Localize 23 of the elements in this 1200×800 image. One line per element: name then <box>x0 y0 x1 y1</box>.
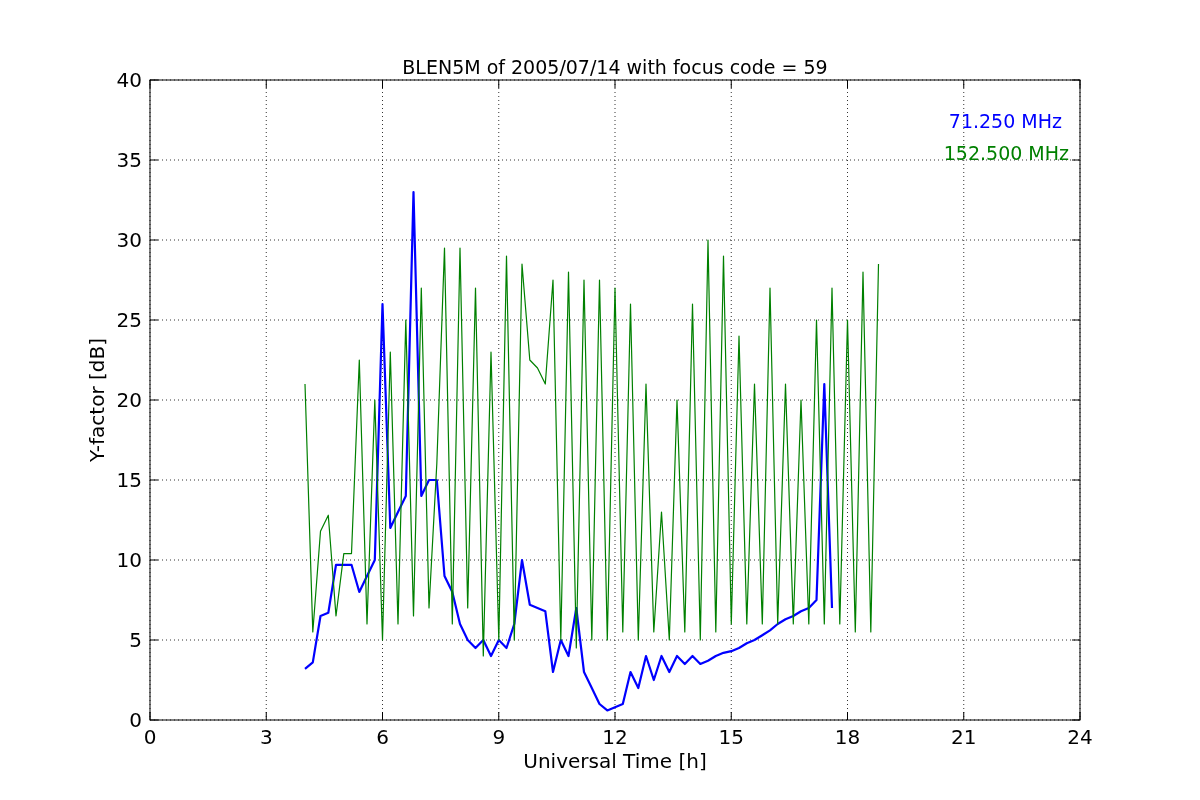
x-tick-label: 9 <box>492 725 506 749</box>
chart-title: BLEN5M of 2005/07/14 with focus code = 59 <box>402 56 828 78</box>
x-tick-label: 18 <box>834 725 861 749</box>
y-axis-label: Y-factor [dB] <box>85 338 109 462</box>
y-tick-label: 25 <box>116 308 142 332</box>
y-tick-label: 40 <box>116 68 142 92</box>
x-tick-label: 3 <box>259 725 273 749</box>
y-tick-label: 10 <box>116 548 142 572</box>
x-axis-label: Universal Time [h] <box>523 749 707 773</box>
legend-label: 71.250 MHz <box>948 110 1062 132</box>
y-tick-label: 0 <box>129 708 142 732</box>
y-tick-label: 35 <box>116 148 142 172</box>
x-tick-label: 24 <box>1067 725 1093 749</box>
y-tick-label: 30 <box>116 228 142 252</box>
x-tick-label: 6 <box>376 725 389 749</box>
y-tick-label: 20 <box>116 388 142 412</box>
x-tick-label: 0 <box>143 725 157 749</box>
y-tick-label: 15 <box>116 468 142 492</box>
x-tick-label: 12 <box>602 725 628 749</box>
legend-label: 152.500 MHz <box>943 142 1069 164</box>
x-tick-label: 21 <box>951 725 977 749</box>
x-tick-label: 15 <box>718 725 744 749</box>
y-tick-label: 5 <box>129 628 142 652</box>
